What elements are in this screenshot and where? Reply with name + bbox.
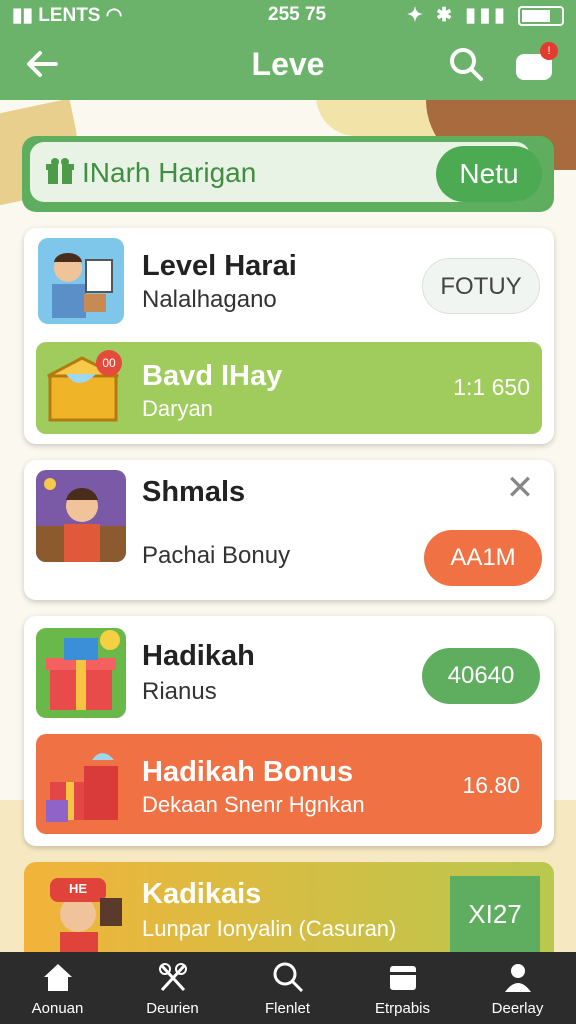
card-action-button[interactable]: 40640 — [422, 648, 540, 704]
girl-illustration: HE — [36, 870, 128, 952]
nav-item-wallet[interactable]: Etrpabis — [345, 952, 460, 1024]
search-icon — [450, 48, 483, 81]
boy-illustration — [36, 470, 126, 562]
card-title: Kadikais — [142, 878, 262, 910]
nav-label: Deerlay — [491, 1000, 544, 1017]
nav-label: Aonuan — [31, 1000, 84, 1017]
strip-subtitle: Daryan — [142, 396, 213, 421]
strip-title: Hadikah Bonus — [142, 756, 354, 788]
status-time: 255 75 — [268, 4, 327, 25]
card-subtitle: Lunpar Ionyalin (Casuran) — [142, 916, 397, 941]
card-title: Hadikah — [142, 640, 255, 672]
banner-text: INarh Harigan — [82, 157, 257, 188]
nav-item-profile[interactable]: Deerlay — [460, 952, 575, 1024]
card-title: Shmals — [142, 476, 246, 508]
card-action-button[interactable]: FOTUY — [422, 258, 540, 314]
wallet-icon — [389, 966, 416, 990]
status-indicators: ✦ ✱ ▮▮▮ — [407, 4, 564, 27]
worker-illustration — [38, 238, 124, 324]
tools-icon — [158, 963, 187, 992]
close-icon: ✕ — [505, 469, 535, 507]
strip-badge: 00 — [96, 350, 122, 376]
claim-button[interactable]: AA1M — [424, 530, 542, 586]
page-title: Leve — [251, 46, 325, 82]
strip-title: Bavd IHay — [142, 360, 283, 392]
treasure-chest-icon: 00 — [44, 350, 122, 426]
gift-box-illustration — [36, 628, 126, 718]
arrow-left-icon — [27, 51, 58, 77]
carrier-label: LENTS — [38, 5, 101, 26]
status-bar: ▮▮ LENTS ◠ 255 75 ✦ ✱ ▮▮▮ — [12, 4, 564, 26]
profile-icon — [504, 964, 531, 992]
bottom-nav: Aonuan Deurien Flenlet Etrpabis Deerlay — [0, 952, 576, 1024]
search-button[interactable] — [446, 44, 486, 84]
search-icon — [273, 962, 303, 993]
notification-badge: ! — [540, 42, 558, 60]
strip-subtitle: Dekaan Snenr Hgnkan — [142, 792, 365, 817]
signal-icon: ▮▮ LENTS ◠ — [12, 5, 123, 26]
nav-label: Deurien — [146, 1000, 199, 1017]
nav-item-home[interactable]: Aonuan — [0, 952, 115, 1024]
gift-icon — [44, 156, 76, 188]
nav-label: Flenlet — [264, 1000, 311, 1017]
battery-icon — [518, 5, 564, 26]
sign-text: HE — [68, 881, 88, 896]
home-icon — [43, 964, 72, 991]
nav-item-tools[interactable]: Deurien — [115, 952, 230, 1024]
card-subtitle: Nalalhagano — [142, 286, 277, 313]
nav-item-search[interactable]: Flenlet — [230, 952, 345, 1024]
card-subtitle: Rianus — [142, 678, 217, 705]
card-title: Level Harai — [142, 250, 297, 282]
card-subtitle: Pachai Bonuy — [142, 542, 291, 569]
close-button[interactable]: ✕ — [502, 470, 538, 506]
strip-value: 1:1 650 — [453, 374, 530, 400]
back-button[interactable] — [22, 44, 62, 84]
event-value-badge: XI27 — [450, 876, 540, 952]
strip-value: 16.80 — [462, 772, 520, 798]
nav-label: Etrpabis — [374, 1000, 431, 1017]
banner-button[interactable]: Netu — [436, 146, 542, 202]
messages-button[interactable]: ! — [516, 42, 558, 80]
gift-boxes-icon — [44, 742, 124, 826]
